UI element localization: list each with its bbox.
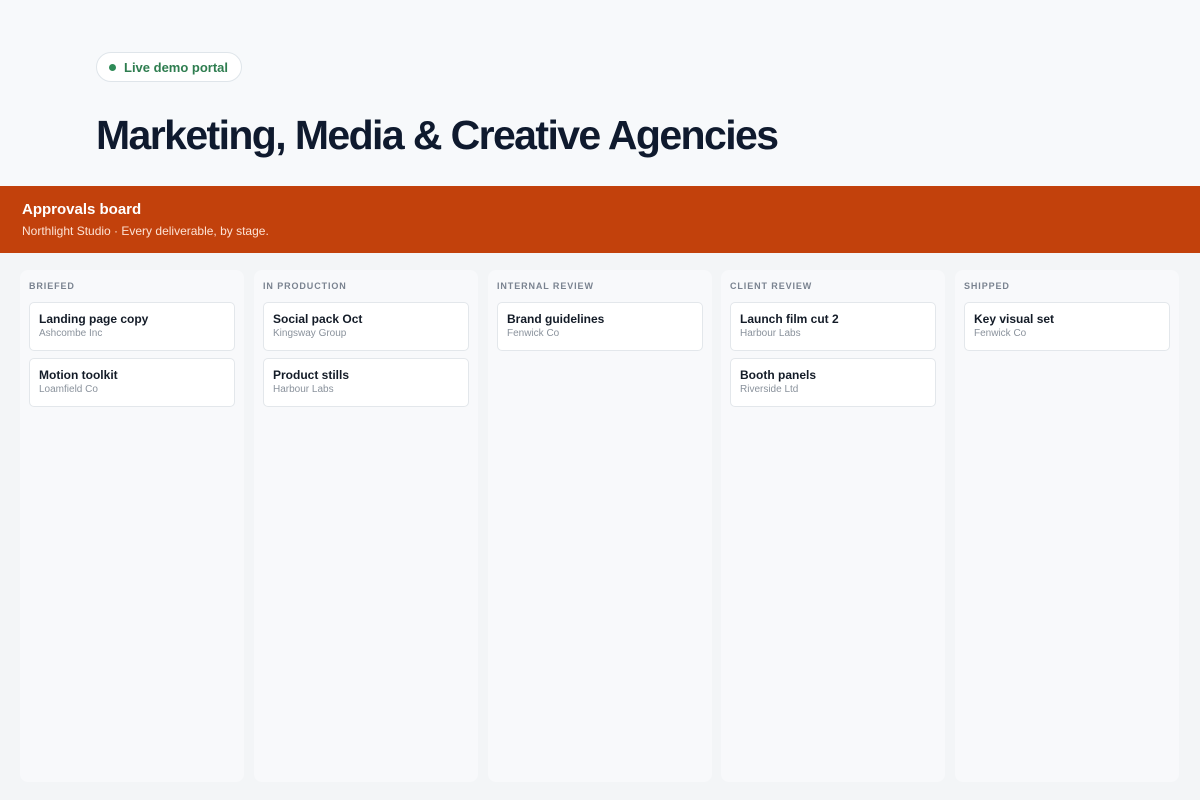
card-client: Fenwick Co [507, 328, 560, 339]
page-title: Marketing, Media & Creative Agencies [96, 112, 779, 158]
card-title: Launch film cut 2 [740, 312, 839, 326]
board-title: Approvals board [22, 201, 142, 218]
card-client: Fenwick Co [974, 328, 1027, 339]
deliverable-card[interactable]: Social pack Oct Kingsway Group [263, 302, 469, 351]
board-subtitle: Northlight Studio · Every deliverable, b… [22, 224, 269, 238]
card-title: Product stills [273, 368, 350, 382]
column-heading: Briefed [29, 281, 75, 291]
deliverable-card[interactable]: Booth panels Riverside Ltd [730, 358, 936, 407]
approvals-board-header: Approvals board Northlight Studio · Ever… [0, 186, 1200, 253]
live-demo-badge[interactable]: Live demo portal [96, 52, 243, 82]
column-heading: Internal Review [497, 281, 594, 291]
column-heading: Shipped [964, 281, 1010, 291]
column-shipped: Shipped Key visual set Fenwick Co [955, 270, 1179, 782]
deliverable-card[interactable]: Launch film cut 2 Harbour Labs [730, 302, 936, 351]
deliverable-card[interactable]: Landing page copy Ashcombe Inc [29, 302, 235, 351]
column-in-production: In Production Social pack Oct Kingsway G… [254, 270, 478, 782]
card-title: Motion toolkit [39, 368, 118, 382]
deliverable-card[interactable]: Key visual set Fenwick Co [964, 302, 1170, 351]
status-dot-icon [109, 63, 116, 71]
card-title: Social pack Oct [273, 312, 363, 326]
card-client: Ashcombe Inc [39, 328, 103, 339]
hero-section: Live demo portal Marketing, Media & Crea… [0, 0, 1200, 186]
card-title: Landing page copy [39, 312, 149, 326]
column-client-review: Client Review Launch film cut 2 Harbour … [721, 270, 945, 782]
column-internal-review: Internal Review Brand guidelines Fenwick… [488, 270, 712, 782]
card-client: Kingsway Group [273, 328, 347, 339]
card-client: Riverside Ltd [740, 384, 799, 395]
card-client: Harbour Labs [273, 384, 334, 395]
kanban-board: Briefed Landing page copy Ashcombe Inc M… [0, 253, 1200, 800]
live-demo-badge-label: Live demo portal [124, 59, 229, 75]
column-heading: Client Review [730, 281, 813, 291]
card-client: Loamfield Co [39, 384, 98, 395]
deliverable-card[interactable]: Motion toolkit Loamfield Co [29, 358, 235, 407]
card-title: Key visual set [974, 312, 1055, 326]
card-title: Brand guidelines [507, 312, 605, 326]
card-title: Booth panels [740, 368, 817, 382]
deliverable-card[interactable]: Brand guidelines Fenwick Co [497, 302, 703, 351]
column-heading: In Production [263, 281, 347, 291]
deliverable-card[interactable]: Product stills Harbour Labs [263, 358, 469, 407]
column-briefed: Briefed Landing page copy Ashcombe Inc M… [20, 270, 244, 782]
card-client: Harbour Labs [740, 328, 801, 339]
